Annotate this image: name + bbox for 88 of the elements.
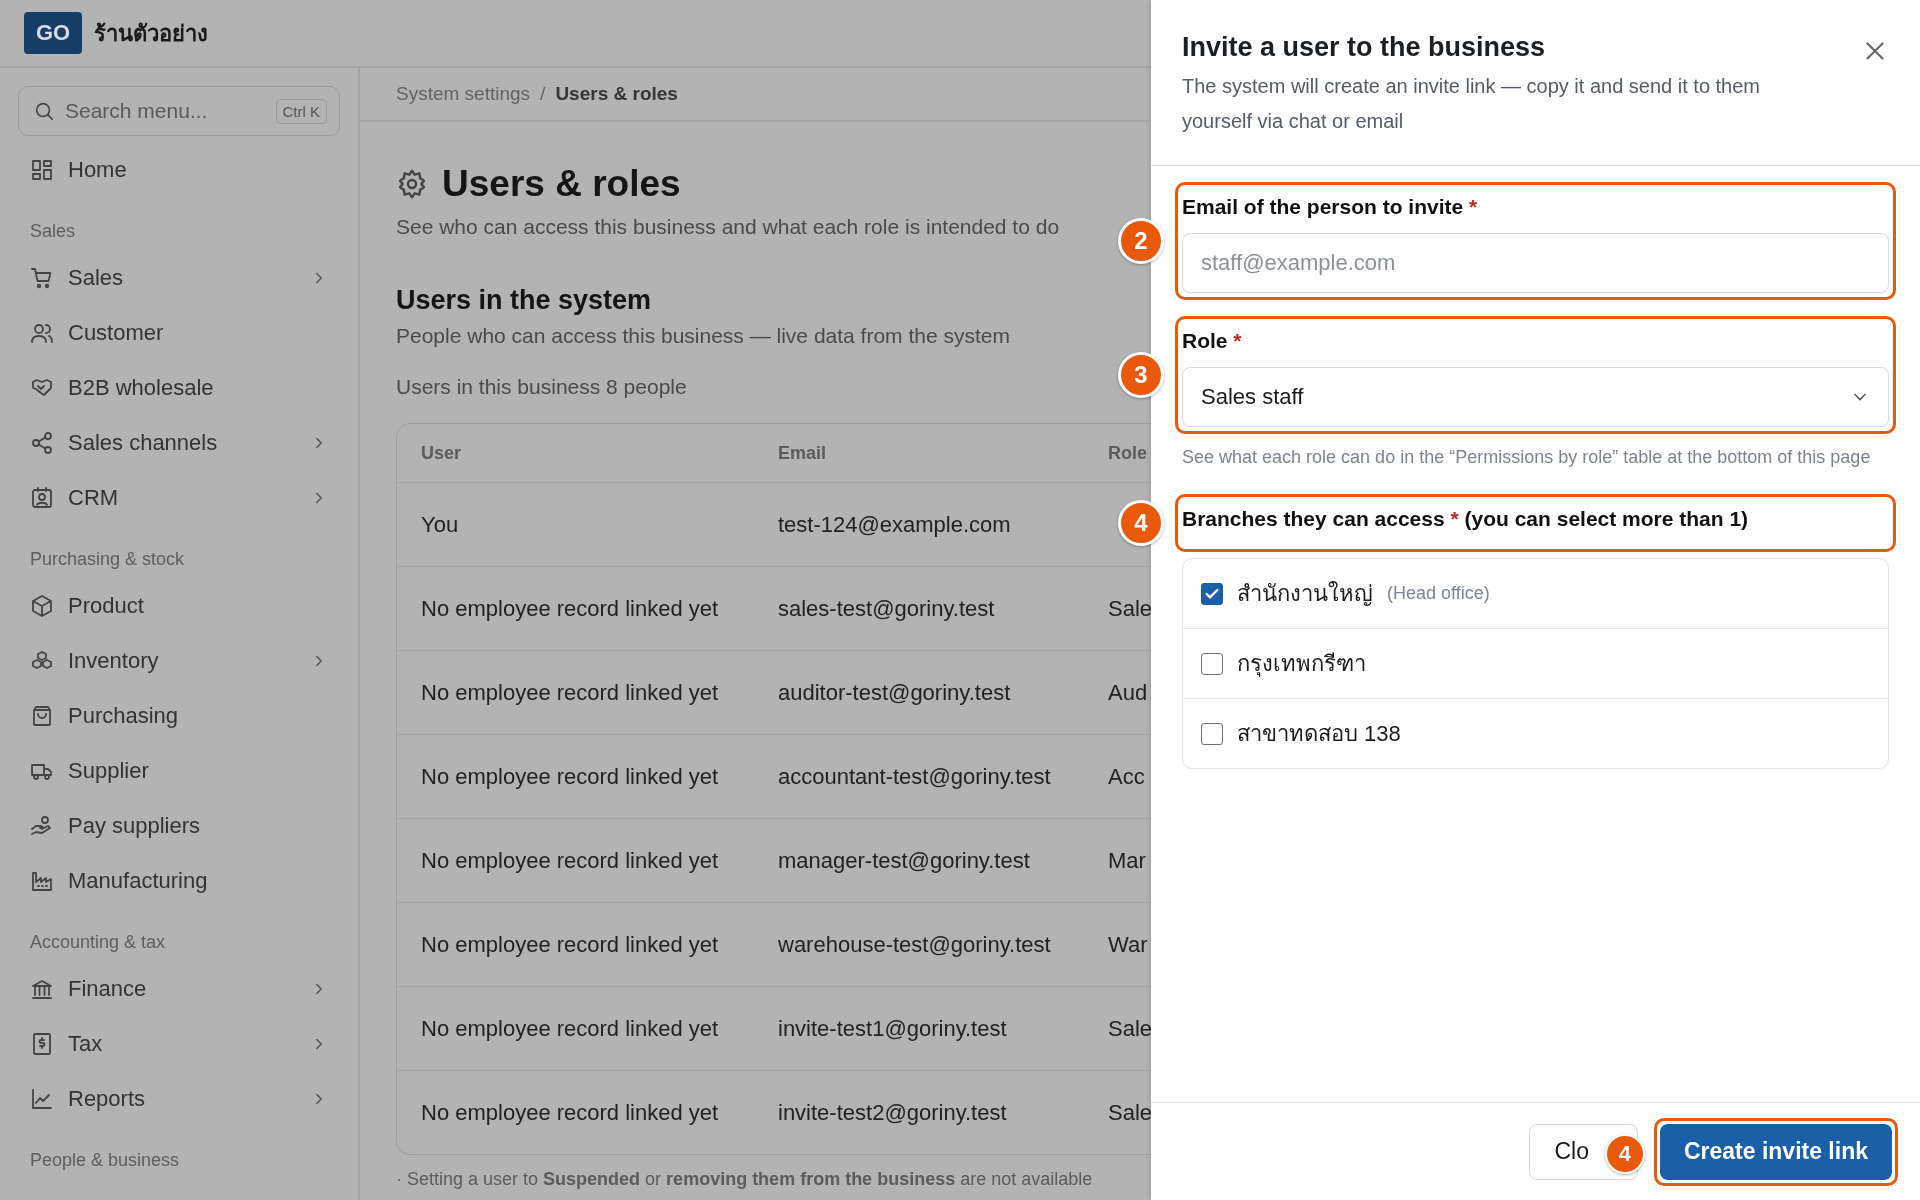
table-cell-text: No employee record linked yet	[421, 679, 720, 706]
table-cell-text: accountant-test@goriny.test	[778, 763, 1052, 790]
table-cell-text: test-124@example.com	[778, 511, 1012, 538]
drawer-description: The system will create an invite link — copy it and send it to them yourself via chat or email	[1182, 74, 1762, 134]
table-cell-text: No employee record linked yet	[421, 847, 720, 874]
sidebar-item[interactable]: Product	[18, 578, 340, 633]
store-name: ร้านตัวอย่าง	[94, 19, 209, 48]
search-placeholder: Search menu...	[65, 99, 209, 123]
branch-note: (Head office)	[1387, 583, 1490, 604]
branch-option[interactable]: สำนักงานใหญ่ (Head office)	[1183, 559, 1888, 628]
section-label: Sales	[29, 220, 77, 243]
user-count: Users in this business 8 people	[396, 375, 687, 399]
sidebar-item[interactable]: Customer	[18, 305, 340, 360]
sidebar-item[interactable]: Finance	[18, 961, 340, 1016]
field-label: Branches they can access * (you can select more than 1)	[1182, 506, 1750, 532]
share-icon	[30, 430, 54, 455]
sidebar-item[interactable]: Tax	[18, 1016, 340, 1071]
email-field[interactable]: staff@example.com	[1182, 233, 1889, 293]
section-description: People who can access this business — live data from the system	[396, 324, 1010, 348]
table-cell-text: No employee record linked yet	[421, 763, 720, 790]
table-cell-text: Mar	[1108, 847, 1147, 874]
table-cell-text: War	[1108, 931, 1149, 958]
table-cell-text: invite-test2@goriny.test	[778, 1099, 1008, 1126]
table-cell: Sale	[1108, 1015, 1151, 1042]
drawer-title: Invite a user to the business	[1182, 32, 1547, 63]
section-title: Users in the system	[396, 285, 652, 316]
gear-icon	[396, 168, 428, 200]
grid-icon	[30, 157, 54, 182]
contact-card-icon	[30, 485, 54, 510]
column-header: Role	[1108, 442, 1148, 464]
sidebar-item[interactable]: B2B wholesale	[18, 360, 340, 415]
hand-coins-icon	[30, 813, 54, 838]
field-label: Role *	[1182, 328, 1243, 354]
checkbox[interactable]	[1201, 582, 1223, 605]
table-cell: Sale	[1108, 1099, 1151, 1126]
table-cell-text: Acc	[1108, 763, 1146, 790]
column-header: User	[421, 442, 463, 464]
shopping-bag-icon	[30, 703, 54, 728]
section-label: Purchasing & stock	[29, 548, 186, 571]
step-badge: 3	[1118, 352, 1164, 398]
logo: GO	[24, 12, 83, 54]
field-label: Email of the person to invite *	[1182, 194, 1479, 220]
step-badge: 4	[1118, 500, 1164, 546]
table-cell-text: Aud	[1108, 679, 1149, 706]
sidebar-item[interactable]: Purchasing	[18, 688, 340, 743]
section-label: People & business	[29, 1149, 181, 1172]
search-field[interactable]: Search menu... Ctrl K	[18, 86, 340, 136]
checkbox[interactable]	[1201, 722, 1223, 745]
shortcut-hint: Ctrl K	[275, 98, 327, 124]
table-cell-text: auditor-test@goriny.test	[778, 679, 1012, 706]
page-title: Users & roles	[442, 163, 681, 205]
table-cell-text: No employee record linked yet	[421, 931, 720, 958]
role-dropdown[interactable]: Sales staff	[1182, 367, 1889, 427]
package-icon	[30, 593, 54, 618]
page-subtitle: See who can access this business and what each role is intended to do	[396, 215, 1060, 239]
checkbox[interactable]	[1201, 652, 1223, 675]
sidebar-item[interactable]: Inventory	[18, 633, 340, 688]
sidebar-item[interactable]: Sales	[18, 250, 340, 305]
section-label: Accounting & tax	[29, 931, 167, 954]
branch-option[interactable]: สาขาทดสอบ 138	[1183, 698, 1888, 768]
table-cell-text: No employee record linked yet	[421, 595, 720, 622]
sidebar-item[interactable]: Sales channels	[18, 415, 340, 470]
branch-option[interactable]: กรุงเทพกรีฑา	[1183, 628, 1888, 698]
table-cell-text: invite-test1@goriny.test	[778, 1015, 1008, 1042]
sidebar-item[interactable]: Manufacturing	[18, 853, 340, 908]
table-cell-text: No employee record linked yet	[421, 1099, 720, 1126]
table-cell-text: warehouse-test@goriny.test	[778, 931, 1052, 958]
table-cell-text: You	[421, 511, 460, 538]
line-chart-icon	[30, 1086, 54, 1111]
create-invite-button[interactable]: Create invite link	[1659, 1123, 1892, 1180]
sidebar-item[interactable]: CRM	[18, 470, 340, 525]
step-badge: 2	[1118, 218, 1164, 264]
footnote: · Setting a user to Suspended or removing them from the business are not available	[396, 1169, 1093, 1190]
column-header: Email	[778, 442, 828, 464]
breadcrumb-separator: /	[540, 83, 546, 105]
field-hint: See what each role can do in the “Permissions by role” table at the bottom of this page	[1181, 446, 1872, 469]
table-cell-text: sales-test@goriny.test	[778, 595, 996, 622]
table-cell-text: No employee record linked yet	[421, 1015, 720, 1042]
table-cell: Sale	[1108, 595, 1151, 622]
table-cell-text: manager-test@goriny.test	[778, 847, 1031, 874]
sidebar-item[interactable]: Reports	[18, 1071, 340, 1126]
receipt-icon	[30, 1031, 54, 1056]
breadcrumb-current: Users & roles	[555, 83, 678, 105]
sidebar-item[interactable]: Home	[18, 142, 340, 197]
cart-icon	[30, 265, 54, 290]
search-icon	[33, 100, 55, 122]
sidebar-item[interactable]: Supplier	[18, 743, 340, 798]
sidebar-item[interactable]: Pay suppliers	[18, 798, 340, 853]
